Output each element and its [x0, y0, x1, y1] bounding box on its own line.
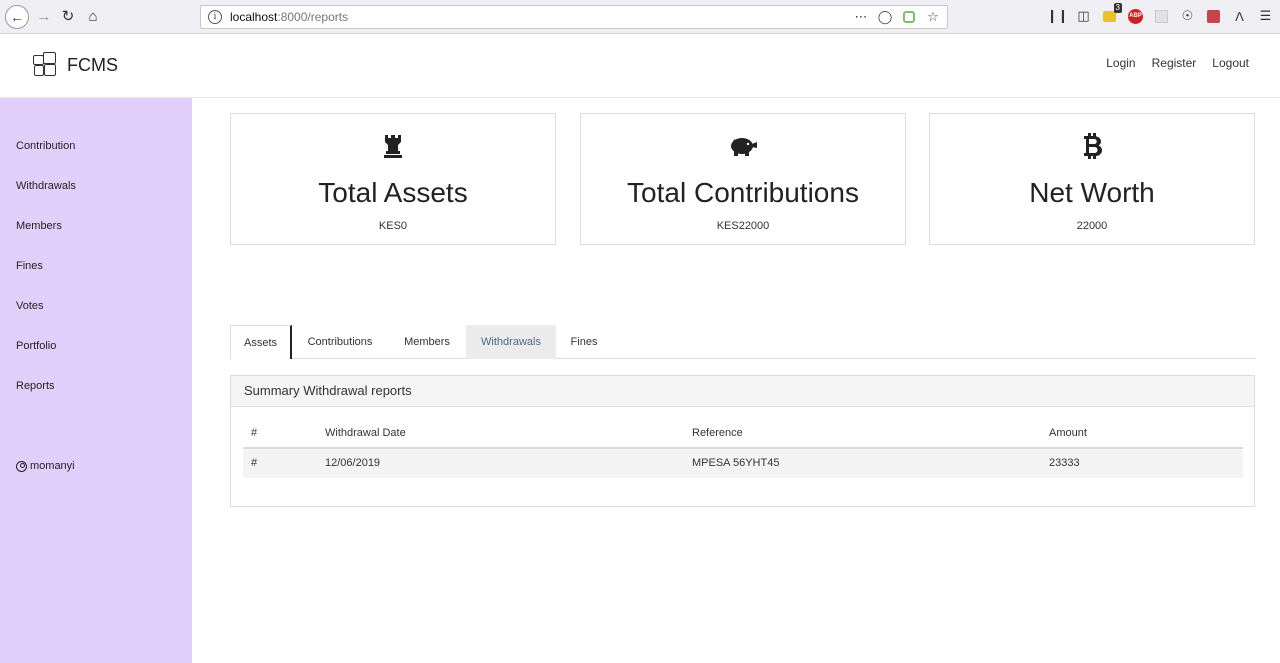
sidebar-user[interactable]: momanyi	[16, 460, 75, 472]
sidebar-item-contribution[interactable]: Contribution	[16, 140, 75, 152]
column-header-amount: Amount	[1049, 427, 1087, 439]
cell-number: #	[251, 457, 258, 469]
table-header-row: # Withdrawal Date Reference Amount	[243, 418, 1243, 449]
brand[interactable]: FCMS	[32, 52, 118, 78]
tab-withdrawals[interactable]: Withdrawals	[466, 325, 556, 359]
login-link[interactable]: Login	[1106, 56, 1135, 70]
adblock-icon[interactable]: ABP	[1127, 6, 1144, 26]
card-title: Total Contributions	[627, 177, 859, 208]
sidebar-item-members[interactable]: Members	[16, 220, 62, 232]
user-circle-icon	[16, 460, 27, 472]
column-header-number: #	[251, 427, 258, 439]
tab-fines[interactable]: Fines	[556, 325, 612, 359]
cell-reference: MPESA 56YHT45	[692, 457, 780, 469]
net-worth-card: Net Worth 22000	[929, 113, 1255, 245]
tab-assets[interactable]: Assets	[230, 325, 292, 359]
back-button[interactable]: ←	[5, 5, 29, 29]
menu-icon[interactable]: ☰	[1257, 6, 1274, 26]
home-button[interactable]: ⌂	[82, 5, 104, 27]
cell-date: 12/06/2019	[325, 457, 381, 469]
sidebar-toggle-icon[interactable]: ◫	[1075, 6, 1092, 26]
sidebar-username: momanyi	[30, 460, 75, 472]
extension-badge: 3	[1113, 3, 1122, 13]
tab-members[interactable]: Members	[388, 325, 466, 359]
logout-link[interactable]: Logout	[1212, 56, 1249, 70]
bitcoin-icon	[930, 133, 1254, 159]
chess-rook-icon	[231, 134, 555, 158]
withdrawal-report-panel: Summary Withdrawal reports # Withdrawal …	[230, 375, 1255, 507]
report-tabs: Assets Contributions Members Withdrawals…	[230, 325, 1255, 359]
panel-title: Summary Withdrawal reports	[231, 376, 1254, 407]
pocket-icon[interactable]: ◯	[877, 8, 893, 26]
sidebar: Contribution Withdrawals Members Fines V…	[0, 98, 192, 663]
logo-icon	[32, 52, 58, 78]
url-path: :8000/reports	[277, 10, 349, 24]
page-actions-icon[interactable]: ⋯	[853, 8, 869, 26]
extension-yellow-icon[interactable]: 3	[1101, 3, 1122, 26]
forward-button[interactable]: →	[33, 5, 55, 27]
bookmark-star-icon[interactable]: ☆	[925, 8, 941, 26]
reload-button[interactable]: ↻	[57, 5, 79, 27]
sidebar-item-withdrawals[interactable]: Withdrawals	[16, 180, 76, 192]
withdrawal-table: # Withdrawal Date Reference Amount # 12/…	[243, 418, 1243, 478]
card-value: 22000	[1076, 220, 1108, 232]
table-row: # 12/06/2019 MPESA 56YHT45 23333	[243, 449, 1243, 478]
address-bar[interactable]: i localhost:8000/reports ⋯ ◯ ☆	[200, 5, 948, 29]
column-header-reference: Reference	[692, 427, 743, 439]
column-header-date: Withdrawal Date	[325, 427, 406, 439]
brand-name: FCMS	[67, 54, 118, 75]
card-value: KES0	[378, 220, 408, 232]
sidebar-item-portfolio[interactable]: Portfolio	[16, 340, 56, 352]
extension-red-icon[interactable]	[1205, 6, 1222, 26]
sidebar-item-reports[interactable]: Reports	[16, 380, 55, 392]
card-value: KES22000	[716, 220, 770, 232]
extension-circle-icon[interactable]: ☉	[1179, 6, 1196, 26]
tab-contributions[interactable]: Contributions	[292, 325, 388, 359]
info-icon[interactable]: i	[208, 10, 222, 24]
register-link[interactable]: Register	[1152, 56, 1197, 70]
total-assets-card: Total Assets KES0	[230, 113, 556, 245]
sidebar-item-votes[interactable]: Votes	[16, 300, 44, 312]
app-header: FCMS Login Register Logout	[0, 34, 1280, 98]
card-title: Total Assets	[318, 177, 468, 208]
piggy-bank-icon	[581, 134, 905, 158]
total-contributions-card: Total Contributions KES22000	[580, 113, 906, 245]
sidebar-item-fines[interactable]: Fines	[16, 260, 43, 272]
browser-toolbar: ← → ↻ ⌂ i localhost:8000/reports ⋯ ◯ ☆ ❙…	[0, 0, 1280, 34]
extension-arrow-icon[interactable]: Λ	[1231, 6, 1248, 26]
card-title: Net Worth	[1029, 177, 1155, 208]
url-host: localhost	[230, 10, 278, 24]
extension-shield-icon[interactable]	[901, 8, 917, 26]
cell-amount: 23333	[1049, 457, 1080, 469]
library-icon[interactable]: ❙❙	[1047, 6, 1069, 26]
extension-grey-icon[interactable]	[1153, 6, 1170, 26]
